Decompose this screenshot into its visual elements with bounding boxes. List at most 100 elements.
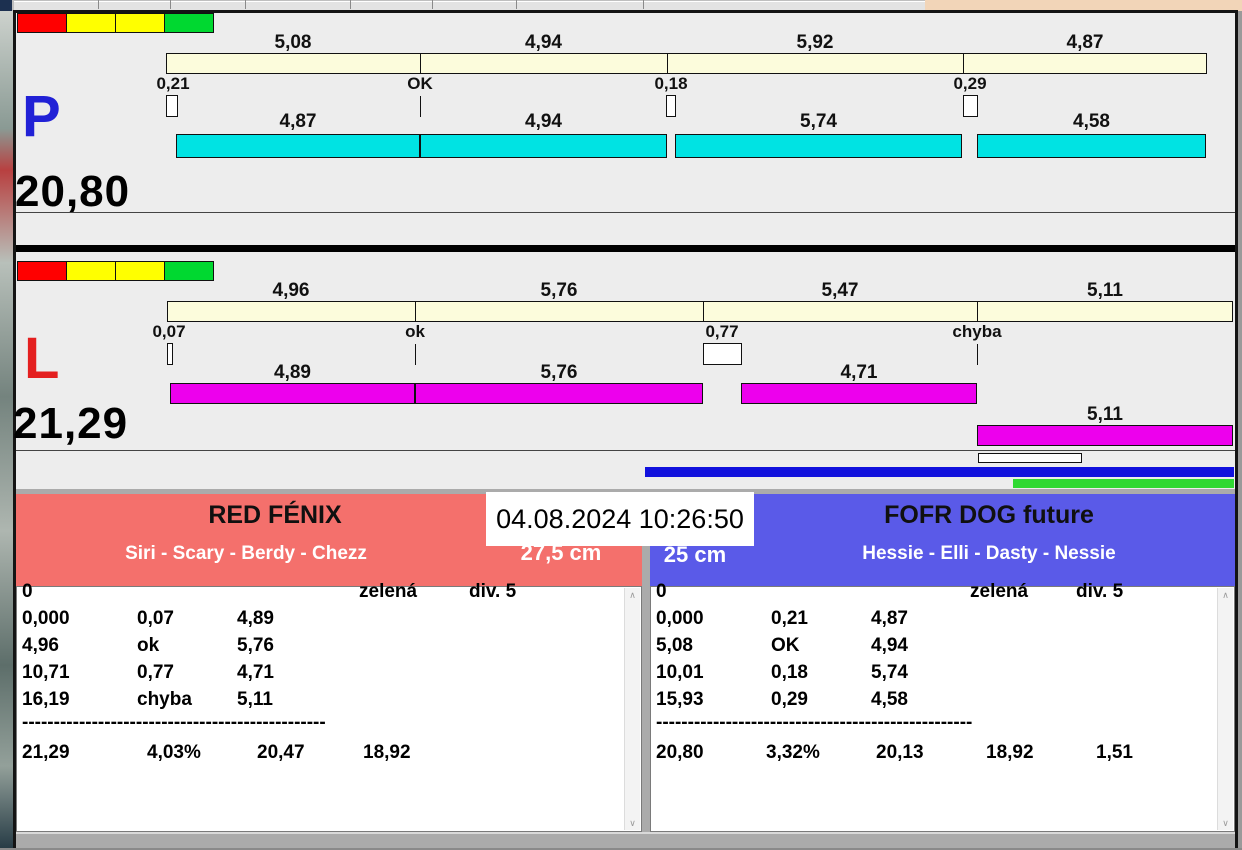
l-split-bar-4 <box>977 301 1233 322</box>
table-cell: 4,58 <box>871 689 908 710</box>
toolbar-separator <box>245 0 246 9</box>
p-split-bar-1 <box>166 53 421 74</box>
lane-p-letter: P <box>22 84 61 149</box>
table-cell: 16,19 <box>22 689 70 710</box>
traffic-light-red <box>17 261 67 281</box>
l-split-label-3: 5,47 <box>821 280 859 301</box>
toolbar-separator <box>350 0 351 9</box>
p-run-label-3: 5,74 <box>800 111 837 132</box>
l-run-bar-1 <box>170 383 415 404</box>
scroll-down-icon[interactable]: ∨ <box>1218 816 1233 830</box>
l-run-label-4-displaced: 5,11 <box>1087 404 1123 425</box>
table-cell: 0,77 <box>137 662 174 683</box>
l-run-bar-3 <box>741 383 977 404</box>
p-cross-box-4 <box>963 95 978 117</box>
l-run-label-2: 5,76 <box>540 362 578 383</box>
traffic-light-green <box>164 261 214 281</box>
p-cross-label-4: 0,29 <box>953 74 987 93</box>
section-divider-line <box>16 212 1235 213</box>
team-right-results-panel[interactable]: ∧ ∨ <box>650 586 1235 832</box>
scroll-up-icon[interactable]: ∧ <box>1218 588 1233 602</box>
table-cell: 0,000 <box>656 608 704 629</box>
team-left-name: RED FÉNIX <box>208 501 342 529</box>
table-cell: 5,76 <box>237 635 274 656</box>
p-cross-label-3: 0,18 <box>654 74 688 93</box>
traffic-light-yellow-1 <box>66 261 116 281</box>
traffic-light-yellow-2 <box>115 13 165 33</box>
right-total-time: 20,80 <box>656 742 704 763</box>
rerun-indicator-box <box>978 453 1082 463</box>
table-cell: 0,21 <box>771 608 808 629</box>
background-window-edge <box>0 11 13 850</box>
p-split-label-4: 4,87 <box>1066 32 1104 53</box>
p-split-label-3: 5,92 <box>796 32 834 53</box>
progress-bar-green <box>1013 479 1234 488</box>
p-run-label-4: 4,58 <box>1073 111 1110 132</box>
team-left-dogs: Siri - Scary - Berdy - Chezz <box>125 543 367 564</box>
p-run-bar-1 <box>176 134 420 158</box>
table-separator: ----------------------------------------… <box>22 712 326 733</box>
traffic-light-yellow-1 <box>66 13 116 33</box>
bottom-strip-highlight <box>16 832 1235 834</box>
table-cell: 5,08 <box>656 635 693 656</box>
scrollbar[interactable]: ∧ ∨ <box>624 588 640 830</box>
left-total-alt1: 20,47 <box>257 742 305 763</box>
table-cell: 10,01 <box>656 662 704 683</box>
right-total-alt2: 18,92 <box>986 742 1034 763</box>
traffic-light-yellow-2 <box>115 261 165 281</box>
p-run-bar-4 <box>977 134 1206 158</box>
lane-l-total-time: 21,29 <box>13 399 129 448</box>
toolbar-separator <box>432 0 433 9</box>
l-split-label-4: 5,11 <box>1087 280 1123 301</box>
right-total-percent: 3,32% <box>766 742 820 763</box>
team-left-results-panel[interactable]: ∧ ∨ <box>16 586 642 832</box>
table-cell: 4,87 <box>871 608 908 629</box>
p-run-label-2: 4,94 <box>525 111 562 132</box>
table-cell: 4,94 <box>871 635 908 656</box>
l-split-bar-3 <box>703 301 978 322</box>
team-right-name: FOFR DOG future <box>884 501 1094 529</box>
traffic-light-red <box>17 13 67 33</box>
l-split-label-1: 4,96 <box>272 280 310 301</box>
p-split-bar-2 <box>420 53 668 74</box>
l-cross-label-1: 0,07 <box>152 322 186 341</box>
l-cross-box-3 <box>703 343 742 365</box>
table-cell: OK <box>771 635 800 656</box>
toolbar-separator <box>516 0 517 9</box>
right-total-alt1: 20,13 <box>876 742 924 763</box>
table-cell: ok <box>137 635 160 656</box>
toolbar-separator <box>98 0 99 9</box>
table-cell: 5,74 <box>871 662 908 683</box>
left-total-percent: 4,03% <box>147 742 201 763</box>
p-run-bar-3 <box>675 134 962 158</box>
background-window-corner <box>0 0 12 11</box>
table-cell: 4,89 <box>237 608 274 629</box>
datetime-display: 04.08.2024 10:26:50 <box>486 492 754 546</box>
p-split-label-2: 4,94 <box>525 32 562 53</box>
scroll-down-icon[interactable]: ∨ <box>625 816 640 830</box>
traffic-light-green <box>164 13 214 33</box>
l-run-bar-4-displaced <box>977 425 1233 446</box>
right-start-value: 0 <box>656 581 667 602</box>
left-color-label: zelená <box>359 581 418 602</box>
section-divider-line <box>16 450 1235 451</box>
p-cross-label-2: OK <box>407 74 433 93</box>
p-run-bar-2 <box>420 134 667 158</box>
l-run-label-3: 4,71 <box>840 362 878 383</box>
app-root: 5,08 4,94 5,92 4,87 0,21 OK 0,18 0,29 4,… <box>0 0 1242 850</box>
lane-p-total-time: 20,80 <box>15 167 131 216</box>
l-split-bar-2 <box>415 301 704 322</box>
table-cell: 0,07 <box>137 608 174 629</box>
p-split-bar-3 <box>667 53 964 74</box>
right-color-label: zelená <box>970 581 1029 602</box>
left-total-alt2: 18,92 <box>363 742 411 763</box>
l-split-label-2: 5,76 <box>540 280 578 301</box>
scrollbar[interactable]: ∧ ∨ <box>1217 588 1233 830</box>
scroll-up-icon[interactable]: ∧ <box>625 588 640 602</box>
table-cell: 0,18 <box>771 662 808 683</box>
progress-bar-blue <box>645 467 1234 477</box>
lane-l-letter: L <box>24 326 60 391</box>
table-cell: 4,71 <box>237 662 274 683</box>
table-cell: chyba <box>137 689 192 710</box>
l-cross-tick-4 <box>977 344 978 365</box>
